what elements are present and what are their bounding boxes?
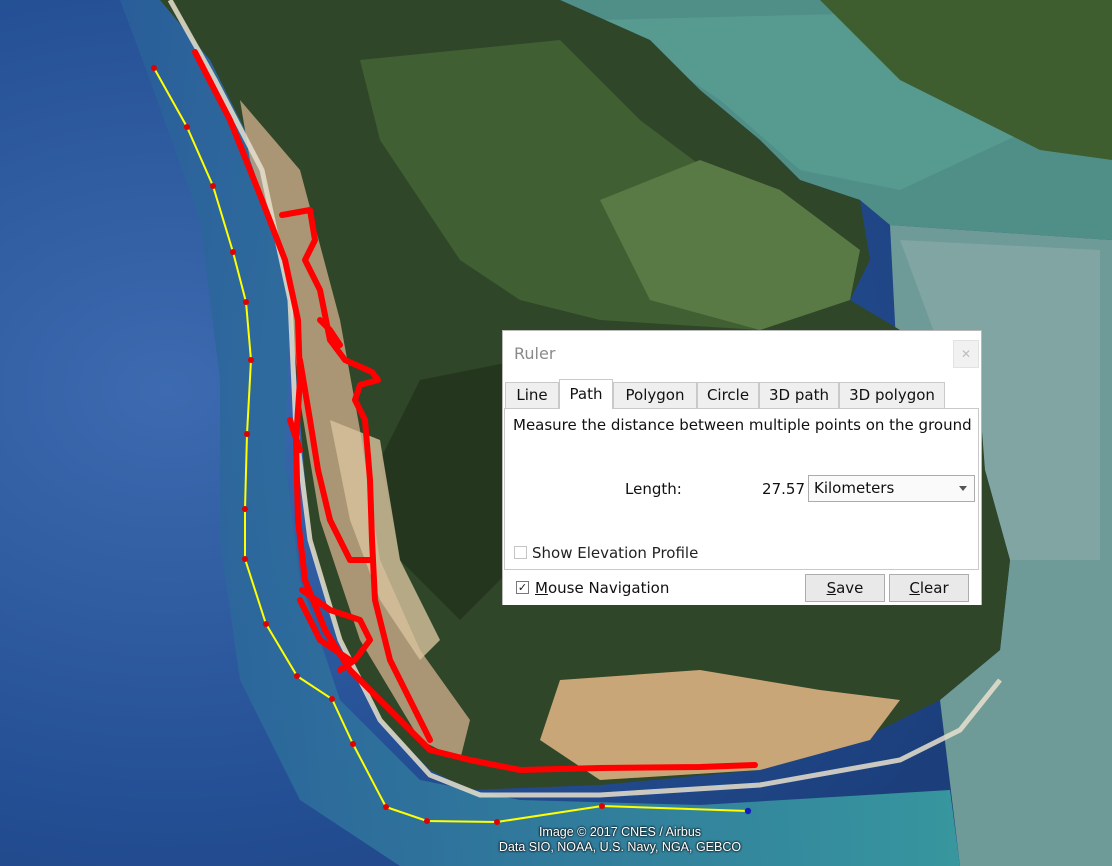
path-vertex[interactable] — [383, 804, 389, 810]
path-vertex[interactable] — [210, 183, 216, 189]
path-vertex[interactable] — [263, 621, 269, 627]
mouse-navigation-label[interactable]: Mouse Navigation — [535, 579, 669, 597]
length-label: Length: — [625, 480, 682, 498]
path-vertex[interactable] — [242, 556, 248, 562]
unit-dropdown[interactable]: Kilometers — [808, 475, 975, 502]
clear-label-rest: lear — [919, 579, 949, 597]
chevron-down-icon — [959, 486, 967, 491]
tab-3d-polygon[interactable]: 3D polygon — [839, 382, 945, 408]
clear-button[interactable]: Clear — [889, 574, 969, 602]
show-elevation-checkbox[interactable] — [514, 546, 527, 559]
save-button[interactable]: Save — [805, 574, 885, 602]
path-vertex[interactable] — [243, 299, 249, 305]
tab-path[interactable]: Path — [559, 379, 613, 409]
tab-3d-path[interactable]: 3D path — [759, 382, 839, 408]
path-vertex[interactable] — [242, 506, 248, 512]
tab-circle[interactable]: Circle — [697, 382, 759, 408]
path-vertex[interactable] — [294, 673, 300, 679]
dialog-titlebar[interactable]: Ruler ✕ — [503, 331, 981, 377]
path-vertex[interactable] — [599, 803, 605, 809]
show-elevation-label[interactable]: Show Elevation Profile — [532, 544, 698, 562]
mouse-navigation-label-rest: ouse Navigation — [547, 579, 670, 597]
ruler-dialog: Ruler ✕ Line Path Polygon Circle 3D path… — [502, 330, 982, 605]
path-vertex[interactable] — [248, 357, 254, 363]
dialog-title: Ruler — [514, 344, 556, 363]
close-icon[interactable]: ✕ — [953, 340, 979, 368]
path-description: Measure the distance between multiple po… — [513, 416, 972, 434]
save-label-first: S — [826, 579, 837, 597]
dialog-bottom-bar: ✓ Mouse Navigation Save Clear — [503, 570, 981, 605]
mouse-navigation-checkbox[interactable]: ✓ — [516, 581, 529, 594]
imagery-attribution: Image © 2017 CNES / Airbus — [538, 825, 702, 839]
path-vertex[interactable] — [244, 431, 250, 437]
save-label-rest: ave — [836, 579, 864, 597]
path-panel: Measure the distance between multiple po… — [504, 408, 979, 570]
path-vertex[interactable] — [230, 249, 236, 255]
tab-line[interactable]: Line — [505, 382, 559, 408]
path-vertex[interactable] — [424, 818, 430, 824]
unit-selected: Kilometers — [814, 479, 895, 497]
path-end-vertex[interactable] — [744, 807, 752, 815]
path-vertex[interactable] — [329, 696, 335, 702]
clear-label-first: C — [909, 579, 920, 597]
tab-polygon[interactable]: Polygon — [613, 382, 697, 408]
length-value: 27.57 — [762, 480, 805, 498]
path-vertex[interactable] — [151, 65, 157, 71]
path-vertex[interactable] — [184, 124, 190, 130]
mouse-navigation-label-first: M — [535, 579, 548, 597]
data-attribution: Data SIO, NOAA, U.S. Navy, NGA, GEBCO — [498, 840, 742, 854]
path-vertex[interactable] — [350, 741, 356, 747]
